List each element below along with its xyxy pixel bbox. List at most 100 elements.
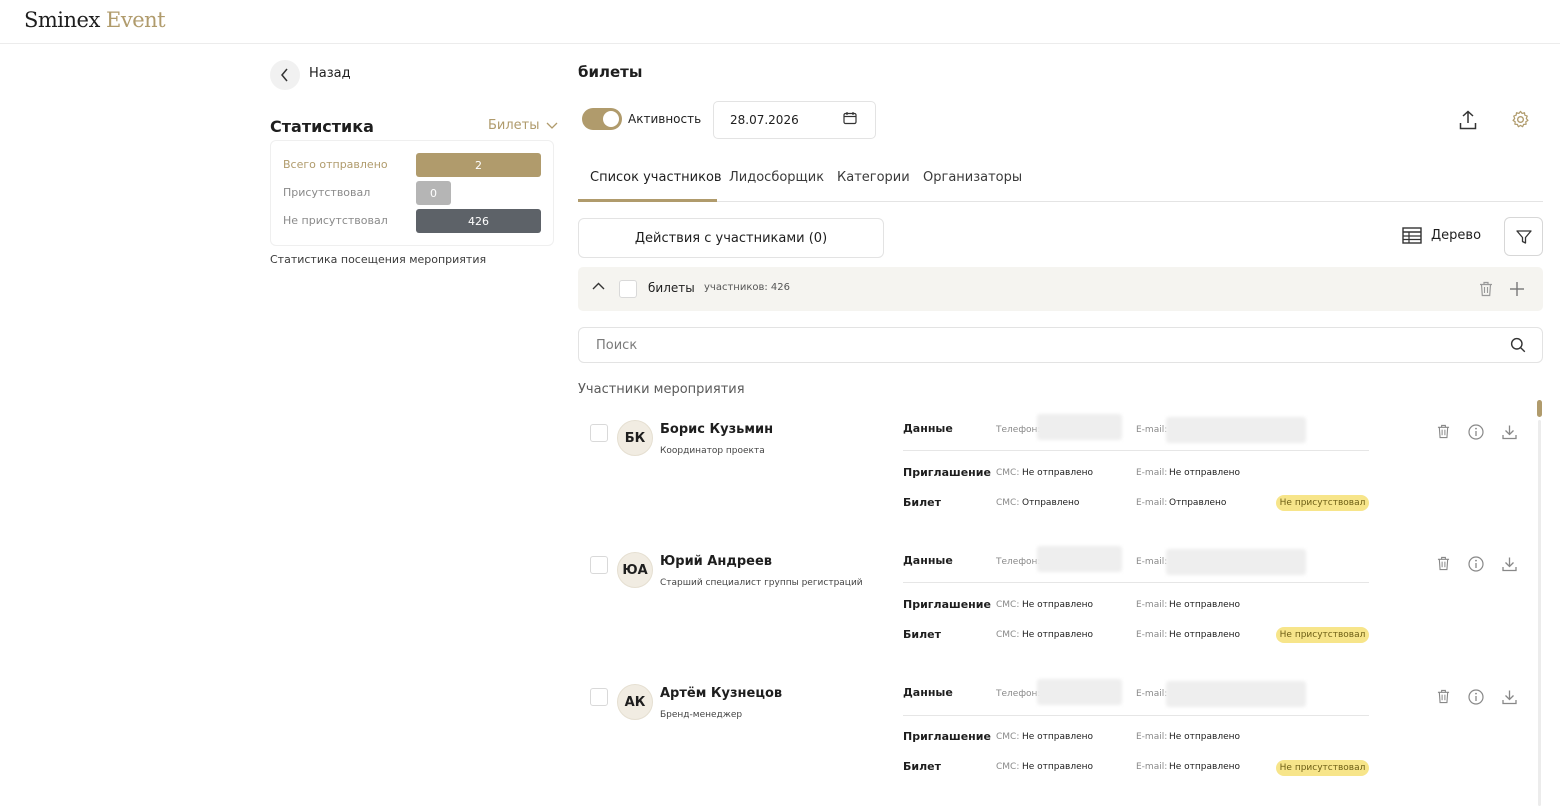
participant-checkbox[interactable] [590,556,608,574]
search-placeholder: Поиск [596,337,638,353]
scrollbar-track[interactable] [1538,420,1541,806]
sms-key: СМС: [996,762,1020,772]
top-bar [0,0,1560,44]
avatar: ЮА [617,552,653,588]
group-count: участников: 426 [704,282,791,293]
table-icon[interactable] [1402,227,1422,244]
back-label[interactable]: Назад [309,66,351,81]
stat-bar-sent: 2 [416,153,541,177]
activity-toggle[interactable] [582,108,622,130]
stats-type-select[interactable]: Билеты [488,118,558,133]
sms-key: СМС: [996,732,1020,742]
stats-type-value: Билеты [488,118,540,133]
tree-view-toggle[interactable]: Дерево [1431,228,1481,243]
email-key: E-mail: [1136,630,1168,640]
ticket-label: Билет [903,496,941,509]
email-value-blurred [1166,417,1306,443]
gear-icon[interactable] [1511,110,1530,129]
email-key: E-mail: [1136,732,1168,742]
trash-icon[interactable] [1437,689,1450,704]
trash-icon[interactable] [1479,281,1493,297]
tab-categories[interactable]: Категории [837,170,910,185]
participant-name[interactable]: Артём Кузнецов [660,686,782,701]
invite-email-status: Не отправлено [1169,468,1241,478]
search-icon[interactable] [1510,337,1526,353]
phone-value-blurred [1037,679,1122,705]
phone-value-blurred [1037,414,1122,440]
stat-label-sent: Всего отправлено [283,158,388,171]
download-icon[interactable] [1502,556,1517,572]
filter-icon [1515,229,1532,244]
download-icon[interactable] [1502,689,1517,705]
email-value-blurred [1166,549,1306,575]
tab-participants[interactable]: Список участников [590,170,722,185]
page-title: билеты [578,63,643,81]
data-label: Данные [903,422,953,435]
chevron-left-icon [281,68,288,82]
tab-lead-collector[interactable]: Лидосборщик [729,170,824,185]
ticket-email-status: Не отправлено [1169,630,1241,640]
info-icon[interactable] [1468,689,1484,705]
back-button[interactable] [270,60,300,90]
info-icon[interactable] [1468,424,1484,440]
avatar: БК [617,420,653,456]
download-icon[interactable] [1502,424,1517,440]
participant-name[interactable]: Борис Кузьмин [660,422,773,437]
trash-icon[interactable] [1437,424,1450,439]
participant-role: Координатор проекта [660,446,765,456]
app-logo[interactable]: Sminex Event [24,8,166,32]
scrollbar-thumb[interactable] [1537,400,1542,417]
group-name: билеты [648,281,695,295]
participant-role: Старший специалист группы регистраций [660,578,863,588]
ticket-email-status: Не отправлено [1169,762,1241,772]
participant-role: Бренд-менеджер [660,710,743,720]
search-input[interactable]: Поиск [578,327,1543,363]
calendar-icon[interactable] [843,111,857,125]
avatar: АК [617,684,653,720]
row-divider [903,715,1369,716]
chevron-down-icon [546,122,557,129]
filter-button[interactable] [1504,217,1543,256]
invite-email-status: Не отправлено [1169,732,1241,742]
participant-checkbox[interactable] [590,688,608,706]
stat-label-present: Присутствовал [283,186,371,199]
status-badge: Не присутствовал [1276,495,1369,511]
row-divider [903,450,1369,451]
email-key: E-mail: [1136,689,1168,699]
phone-key: Телефон: [996,425,1041,435]
stat-bar-absent: 426 [416,209,541,233]
ticket-label: Билет [903,760,941,773]
stat-label-absent: Не присутствовал [283,214,388,227]
participant-actions-button[interactable]: Действия с участниками (0) [578,218,884,258]
trash-icon[interactable] [1437,556,1450,571]
sms-key: СМС: [996,600,1020,610]
invitation-label: Приглашение [903,466,991,479]
email-key: E-mail: [1136,557,1168,567]
email-key: E-mail: [1136,468,1168,478]
plus-icon[interactable] [1509,281,1525,297]
ticket-sms-status: Не отправлено [1022,762,1094,772]
participant-checkbox[interactable] [590,424,608,442]
tab-active-indicator [578,199,717,202]
invite-sms-status: Не отправлено [1022,732,1094,742]
sms-key: СМС: [996,468,1020,478]
stats-title: Статистика [270,117,374,136]
email-value-blurred [1166,681,1306,707]
tab-organizers[interactable]: Организаторы [923,170,1022,185]
invite-sms-status: Не отправлено [1022,600,1094,610]
phone-key: Телефон: [996,557,1041,567]
invitation-label: Приглашение [903,730,991,743]
invitation-label: Приглашение [903,598,991,611]
info-icon[interactable] [1468,556,1484,572]
participant-name[interactable]: Юрий Андреев [660,554,772,569]
group-checkbox[interactable] [619,280,637,298]
invite-email-status: Не отправлено [1169,600,1241,610]
invite-sms-status: Не отправлено [1022,468,1094,478]
activity-label: Активность [628,112,702,126]
sms-key: СМС: [996,498,1020,508]
chevron-up-icon[interactable] [592,282,605,290]
phone-value-blurred [1037,546,1122,572]
upload-icon[interactable] [1459,110,1477,130]
participant-actions-label: Действия с участниками (0) [634,230,828,246]
ticket-email-status: Отправлено [1169,498,1227,508]
